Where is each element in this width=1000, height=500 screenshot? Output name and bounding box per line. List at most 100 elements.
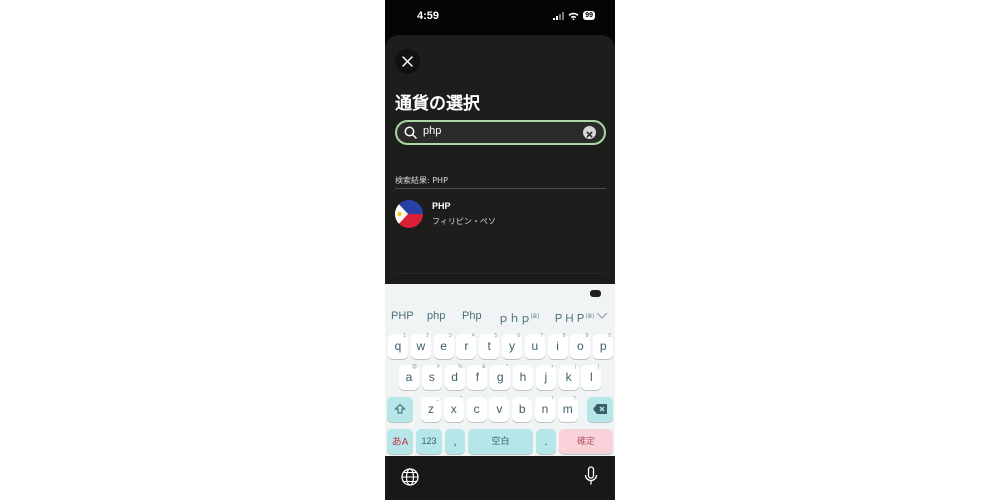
space-key[interactable]: 空白	[468, 429, 533, 454]
key-hint: +	[550, 364, 554, 370]
key-r[interactable]: 4r	[456, 333, 477, 359]
key-a[interactable]: @ a	[399, 364, 419, 390]
key-hint: 2	[426, 333, 429, 339]
key-hint: '	[483, 396, 485, 402]
philippines-flag	[395, 200, 423, 228]
keyboard-toggle-icon[interactable]	[590, 290, 601, 297]
key-label: y	[509, 339, 515, 353]
key-k[interactable]: (k	[558, 364, 579, 390]
key-hint: :	[506, 396, 508, 402]
key-f[interactable]: & f	[467, 364, 488, 390]
currency-code: PHP	[432, 201, 451, 211]
signal-icon	[553, 11, 565, 20]
candidate-4-text: ｐｈｐ	[498, 313, 531, 325]
key-label: e	[440, 339, 447, 353]
key-label: s	[428, 370, 435, 384]
key-hint: 1	[403, 333, 406, 339]
key-label: l	[590, 370, 593, 384]
key-hint: 5	[494, 333, 498, 339]
candidate-5-text: ＰＨＰ	[553, 313, 586, 325]
key-hint: 9	[585, 333, 589, 339]
keyboard: PHP php Php ｐｈｐ[全] ＰＨＰ[全] あA 123 , 空白 . …	[385, 284, 615, 456]
battery-indicator: 99	[583, 11, 595, 20]
key-label: a	[405, 370, 413, 384]
clear-icon[interactable]	[583, 126, 596, 139]
wifi-icon	[568, 12, 579, 20]
key-hint: 8	[562, 333, 566, 339]
mode-key[interactable]: あA	[387, 429, 413, 454]
key-hint: 6	[517, 333, 520, 339]
key-g[interactable]: * g	[490, 364, 511, 390]
key-hint: (	[574, 364, 577, 370]
key-t[interactable]: 5t	[479, 333, 500, 359]
backspace-icon	[593, 404, 607, 414]
candidate-4-mark: [全]	[531, 313, 539, 320]
key-label: z	[428, 402, 434, 416]
currency-name: フィリピン・ペソ	[432, 217, 496, 226]
key-hint: %	[458, 364, 463, 370]
key-hint: 7	[540, 333, 543, 339]
key-hint: @	[411, 364, 417, 370]
key-hint: 4	[471, 333, 475, 339]
key-u[interactable]: 7u	[524, 333, 545, 359]
key-label: c	[473, 402, 480, 416]
key-label: m	[562, 402, 573, 416]
key-e[interactable]: 3e	[433, 333, 454, 359]
key-v[interactable]: :v	[489, 396, 510, 422]
key-p[interactable]: 0p	[593, 333, 614, 359]
currency-select-sheet: 通貨の選択 php 検索結果: PHP PHP フィリピン・ペソ	[385, 35, 615, 295]
search-icon	[404, 126, 417, 139]
key-n[interactable]: ! n	[535, 396, 555, 422]
key-b[interactable]: ; b	[512, 396, 533, 422]
microphone-icon[interactable]	[584, 466, 598, 486]
key-label: r	[464, 339, 469, 353]
key-z[interactable]: _ z	[421, 396, 441, 422]
key-y[interactable]: 6y	[502, 333, 522, 359]
close-icon	[402, 56, 413, 67]
key-o[interactable]: 9o	[570, 333, 591, 359]
candidate-3[interactable]: Php	[462, 310, 482, 322]
key-label: v	[496, 402, 503, 416]
key-m[interactable]: ? m	[557, 396, 578, 422]
backspace-key[interactable]	[587, 397, 613, 422]
candidate-1[interactable]: PHP	[391, 310, 414, 322]
key-i[interactable]: 8i	[547, 333, 568, 359]
key-s[interactable]: # s	[421, 364, 442, 390]
key-label: d	[451, 370, 458, 384]
candidate-bar: PHP php Php ｐｈｐ[全] ＰＨＰ[全]	[385, 308, 615, 326]
shift-icon	[394, 403, 406, 414]
key-label: k	[565, 370, 572, 384]
candidate-5-mark: [全]	[586, 313, 594, 320]
page-title: 通貨の選択	[395, 94, 480, 114]
search-input-value: php	[423, 125, 442, 137]
key-w[interactable]: 2w	[410, 333, 431, 359]
close-button[interactable]	[395, 49, 420, 74]
chevron-down-icon[interactable]	[596, 312, 608, 320]
period-key[interactable]: .	[536, 429, 556, 454]
key-hint: #	[437, 364, 440, 370]
key-x[interactable]: " x	[443, 396, 464, 422]
key-q[interactable]: 1q	[388, 333, 408, 359]
candidate-5[interactable]: ＰＨＰ[全]	[553, 310, 594, 326]
keyboard-bottom-bar	[385, 456, 615, 500]
candidate-2[interactable]: php	[427, 310, 445, 322]
key-hint: _	[436, 396, 439, 402]
phone-screen: 4:59 99 通貨の選択 php 検索結果: PHP PHP フィリピン・ペソ…	[385, 0, 615, 500]
candidate-4[interactable]: ｐｈｐ[全]	[498, 310, 539, 326]
status-time: 4:59	[417, 10, 440, 22]
key-hint: 3	[448, 333, 452, 339]
key-l[interactable]: ) l	[581, 364, 602, 390]
comma-key[interactable]: ,	[445, 429, 465, 454]
key-j[interactable]: + j	[535, 364, 556, 390]
confirm-key[interactable]: 確定	[559, 429, 613, 454]
key-d[interactable]: % d	[444, 364, 465, 390]
key-hint: 0	[608, 333, 612, 339]
key-hint: "	[460, 396, 462, 402]
key-h[interactable]: -h	[513, 364, 533, 390]
mode-key-label: あA	[391, 437, 409, 448]
shift-key[interactable]	[387, 397, 413, 422]
globe-icon[interactable]	[400, 467, 420, 487]
key-c[interactable]: ' c	[466, 396, 487, 422]
numbers-key[interactable]: 123	[416, 429, 442, 454]
search-input[interactable]: php	[395, 120, 606, 145]
